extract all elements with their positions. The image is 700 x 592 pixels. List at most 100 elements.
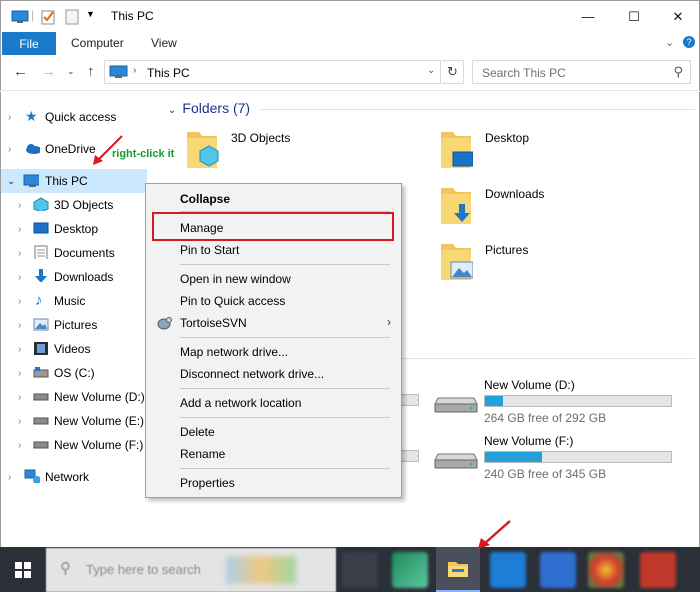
expand-icon[interactable]: › bbox=[18, 272, 21, 283]
expand-icon[interactable]: › bbox=[8, 112, 11, 123]
expand-icon[interactable]: › bbox=[18, 296, 21, 307]
forward-icon[interactable]: → bbox=[41, 63, 56, 80]
start-button[interactable] bbox=[0, 547, 46, 592]
menu-separator bbox=[180, 337, 390, 338]
menu-item-add-network-location[interactable]: Add a network location bbox=[146, 392, 401, 414]
star-icon: ★ bbox=[25, 108, 38, 124]
new-folder-icon[interactable] bbox=[65, 9, 79, 25]
refresh-button[interactable]: ↻ bbox=[442, 60, 464, 84]
back-icon[interactable]: ← bbox=[13, 63, 28, 80]
maximize-button[interactable]: ☐ bbox=[611, 1, 657, 32]
nav-item-network[interactable]: › Network bbox=[1, 465, 160, 489]
collapse-icon: ⌄ bbox=[168, 105, 177, 116]
expand-icon[interactable]: › bbox=[18, 344, 21, 355]
folder-label: Desktop bbox=[485, 131, 530, 145]
nav-item-volume-f[interactable]: › New Volume (F:) bbox=[1, 433, 160, 457]
expand-icon[interactable]: › bbox=[18, 416, 21, 427]
drive-volume-d[interactable]: New Volume (D:) 264 GB free of 292 GB bbox=[434, 378, 694, 428]
address-row: ← → ⌄ ↑ › This PC ⌄ ↻ Search This PC ⚲ bbox=[0, 55, 700, 91]
nav-item-volume-d[interactable]: › New Volume (D:) bbox=[1, 385, 160, 409]
address-dropdown-icon[interactable]: ⌄ bbox=[427, 65, 435, 76]
nav-item-music[interactable]: › ♪ Music bbox=[1, 289, 160, 313]
task-view-icon[interactable] bbox=[342, 552, 378, 588]
breadcrumb-separator-icon[interactable]: › bbox=[133, 65, 136, 76]
taskbar: ⚲ Type here to search bbox=[0, 547, 700, 592]
search-input[interactable]: Search This PC ⚲ bbox=[472, 60, 691, 84]
window-title: This PC bbox=[111, 9, 154, 23]
address-bar[interactable]: › This PC ⌄ bbox=[104, 60, 441, 84]
menu-item-map-network-drive[interactable]: Map network drive... bbox=[146, 341, 401, 363]
folder-label: Downloads bbox=[485, 187, 545, 201]
search-placeholder: Search This PC bbox=[482, 66, 566, 80]
properties-icon[interactable] bbox=[41, 9, 56, 25]
nav-label: This PC bbox=[45, 174, 88, 188]
documents-icon bbox=[34, 245, 48, 259]
taskbar-app-icon[interactable] bbox=[640, 552, 676, 588]
menu-item-tortoisesvn[interactable]: TortoiseSVN › bbox=[146, 312, 401, 334]
taskbar-app-icon[interactable] bbox=[588, 552, 624, 588]
nav-item-3d-objects[interactable]: › 3D Objects bbox=[1, 193, 160, 217]
taskbar-app-icon[interactable] bbox=[392, 552, 428, 588]
taskbar-file-explorer[interactable] bbox=[436, 547, 480, 592]
menu-item-collapse[interactable]: Collapse bbox=[146, 188, 401, 210]
nav-item-pictures[interactable]: › Pictures bbox=[1, 313, 160, 337]
expand-icon[interactable]: › bbox=[18, 224, 21, 235]
nav-item-this-pc[interactable]: ⌄ This PC bbox=[1, 169, 147, 193]
title-bar: | ▼ This PC — ☐ ✕ bbox=[0, 0, 700, 32]
3d-objects-icon bbox=[33, 197, 49, 211]
tab-computer[interactable]: Computer bbox=[71, 36, 124, 50]
expand-icon[interactable]: › bbox=[8, 144, 11, 155]
nav-item-volume-e[interactable]: › New Volume (E:) bbox=[1, 409, 160, 433]
qat-dropdown-icon[interactable]: ▼ bbox=[86, 9, 95, 19]
nav-label: Music bbox=[54, 294, 86, 308]
navigation-pane: › ★ Quick access › OneDrive ⌄ This PC › … bbox=[0, 92, 159, 547]
annotation-arrow-icon bbox=[93, 135, 123, 165]
menu-item-properties[interactable]: Properties bbox=[146, 472, 401, 494]
windows-logo-icon bbox=[15, 561, 31, 578]
menu-item-rename[interactable]: Rename bbox=[146, 443, 401, 465]
menu-item-disconnect-network-drive[interactable]: Disconnect network drive... bbox=[146, 363, 401, 385]
ribbon-tabs: File Computer View ⌄ ? bbox=[0, 32, 700, 55]
recent-locations-icon[interactable]: ⌄ bbox=[67, 66, 75, 77]
drive-label: New Volume (F:) bbox=[484, 434, 574, 448]
nav-item-os-c[interactable]: › OS (C:) bbox=[1, 361, 160, 385]
expand-icon[interactable]: › bbox=[18, 440, 21, 451]
search-highlight-image bbox=[226, 556, 296, 584]
tab-view[interactable]: View bbox=[151, 36, 177, 50]
expand-icon[interactable]: › bbox=[18, 248, 21, 259]
nav-item-videos[interactable]: › Videos bbox=[1, 337, 160, 361]
menu-item-pin-quick-access[interactable]: Pin to Quick access bbox=[146, 290, 401, 312]
folder-label: Pictures bbox=[485, 243, 529, 257]
expand-icon[interactable]: › bbox=[18, 368, 21, 379]
menu-item-open-new-window[interactable]: Open in new window bbox=[146, 268, 401, 290]
nav-item-downloads[interactable]: › Downloads bbox=[1, 265, 160, 289]
breadcrumb[interactable]: This PC bbox=[147, 66, 190, 80]
up-icon[interactable]: ↑ bbox=[87, 63, 95, 80]
nav-item-desktop[interactable]: › Desktop bbox=[1, 217, 160, 241]
close-button[interactable]: ✕ bbox=[655, 1, 700, 32]
this-pc-icon[interactable] bbox=[11, 10, 29, 24]
minimize-button[interactable]: — bbox=[565, 1, 611, 32]
expand-icon[interactable]: › bbox=[8, 472, 11, 483]
menu-separator bbox=[180, 417, 390, 418]
refresh-icon: ↻ bbox=[447, 64, 458, 79]
drive-free-space: 240 GB free of 345 GB bbox=[484, 467, 607, 481]
collapse-icon[interactable]: ⌄ bbox=[7, 176, 15, 187]
menu-item-pin-to-start[interactable]: Pin to Start bbox=[146, 239, 401, 261]
help-icon[interactable]: ? bbox=[683, 36, 695, 48]
nav-item-documents[interactable]: › Documents bbox=[1, 241, 160, 265]
expand-icon[interactable]: › bbox=[18, 200, 21, 211]
folders-group-header[interactable]: ⌄ Folders (7) bbox=[168, 100, 250, 116]
taskbar-app-icon[interactable] bbox=[490, 552, 526, 588]
expand-icon[interactable]: › bbox=[18, 320, 21, 331]
menu-item-delete[interactable]: Delete bbox=[146, 421, 401, 443]
expand-icon[interactable]: › bbox=[18, 392, 21, 403]
tab-file[interactable]: File bbox=[2, 32, 56, 55]
drive-icon bbox=[33, 393, 49, 401]
drive-volume-f[interactable]: New Volume (F:) 240 GB free of 345 GB bbox=[434, 434, 694, 484]
nav-item-quick-access[interactable]: › ★ Quick access bbox=[1, 105, 160, 129]
ribbon-collapse-icon[interactable]: ⌄ bbox=[665, 36, 674, 49]
taskbar-search-input[interactable]: ⚲ Type here to search bbox=[46, 548, 336, 592]
videos-icon bbox=[34, 342, 48, 355]
taskbar-app-icon[interactable] bbox=[540, 552, 576, 588]
